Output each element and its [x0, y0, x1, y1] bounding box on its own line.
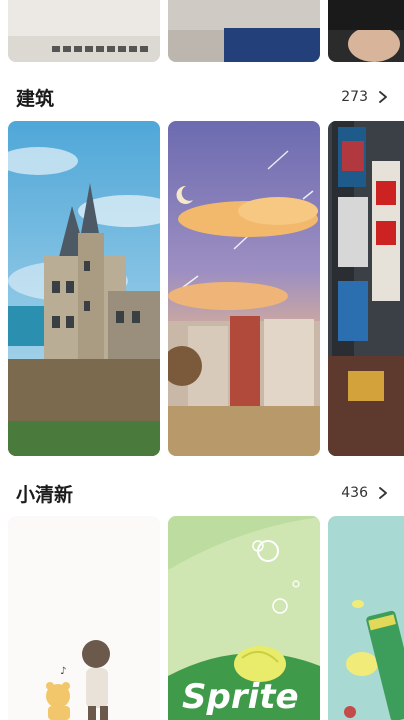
section-more-button[interactable]: 436	[341, 480, 390, 506]
section-title: 建筑	[16, 88, 55, 110]
previous-category-row	[0, 0, 404, 62]
section-title: 小清新	[16, 484, 74, 506]
wallpaper-thumbnail-sprite[interactable]: Sprite	[168, 516, 320, 720]
wallpaper-thumbnail-sunset-town[interactable]	[168, 121, 320, 456]
section-more-button[interactable]: 273	[341, 84, 390, 110]
section-header-fresh: 小清新 436	[0, 474, 404, 514]
sprite-logo-text: Sprite	[182, 677, 299, 717]
wallpaper-category-page: 建筑 273 小清新 436 ♪ Sprite	[0, 0, 404, 720]
chevron-right-icon	[379, 91, 387, 103]
wallpaper-thumbnail-illustration-kids[interactable]: ♪	[8, 516, 160, 720]
section-count: 436	[341, 485, 368, 501]
section-count: 273	[341, 89, 368, 105]
wallpaper-thumbnail-neon-street[interactable]	[328, 121, 404, 456]
section-header-architecture: 建筑 273	[0, 78, 404, 118]
svg-text:♪: ♪	[60, 666, 66, 677]
wallpaper-thumbnail-lemon-can[interactable]	[328, 516, 404, 720]
chevron-right-icon	[379, 487, 387, 499]
wallpaper-thumbnail[interactable]	[8, 0, 160, 62]
wallpaper-thumbnail[interactable]	[168, 0, 320, 62]
wallpaper-thumbnail-castle[interactable]	[8, 121, 160, 456]
wallpaper-thumbnail[interactable]	[328, 0, 404, 62]
